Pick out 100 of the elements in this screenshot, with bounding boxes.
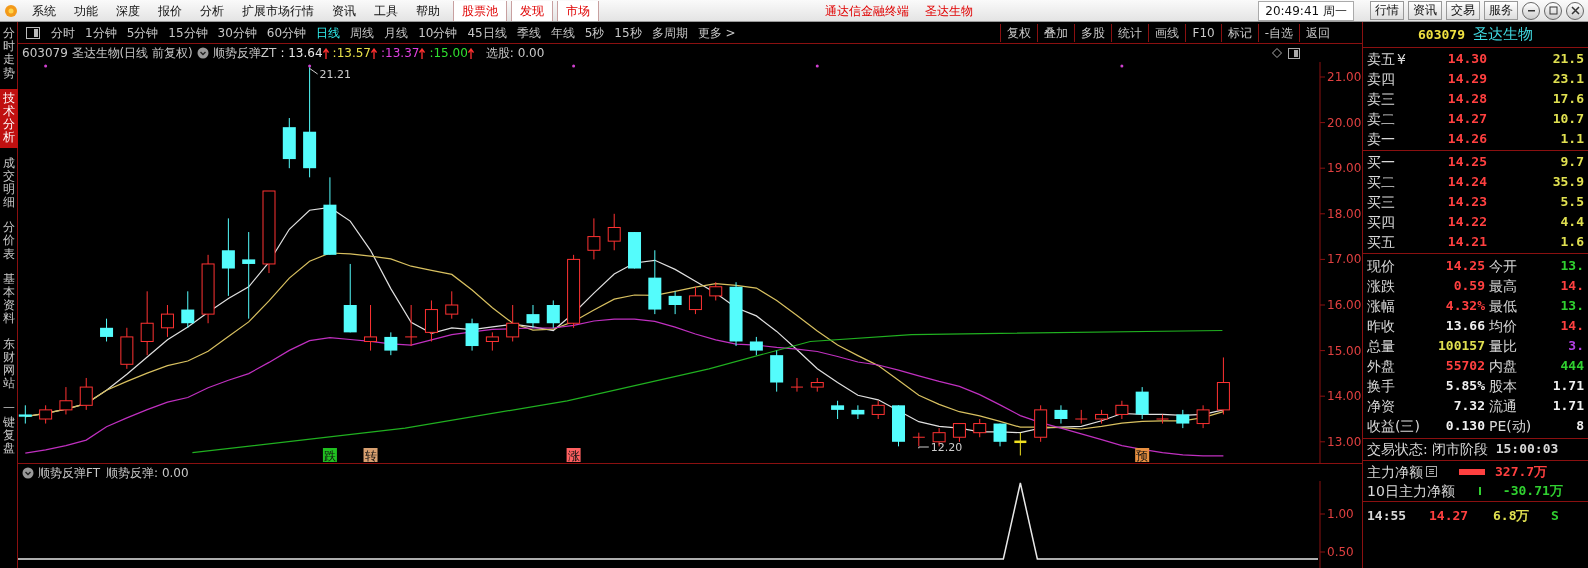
order-volume: 35.9 xyxy=(1551,173,1584,191)
stock-name: 圣达生物 xyxy=(1473,24,1533,46)
period-tab[interactable]: 5秒 xyxy=(579,23,610,42)
menu-item[interactable]: 深度 xyxy=(107,1,149,20)
indicator-name: 顺势反弹ZT xyxy=(212,45,277,62)
menu-item[interactable]: 扩展市场行情 xyxy=(233,1,323,20)
order-volume: 17.6 xyxy=(1551,90,1584,108)
candlestick xyxy=(607,213,621,251)
tool-button[interactable]: 标记 xyxy=(1220,23,1258,42)
minimize-button[interactable] xyxy=(1522,1,1540,20)
clock-text: 20:49:41 周一 xyxy=(1258,0,1354,21)
period-tab[interactable]: 周线 xyxy=(345,23,380,42)
candlestick xyxy=(343,263,357,333)
tool-button[interactable]: 画线 xyxy=(1148,23,1186,42)
period-tab[interactable]: 分时 xyxy=(46,23,80,42)
stat-label: 昨收 xyxy=(1367,317,1395,336)
period-tab[interactable]: 10分钟 xyxy=(413,23,463,42)
leader-line xyxy=(309,67,319,75)
candlestick xyxy=(1095,409,1109,425)
candlestick xyxy=(1074,409,1088,425)
candlestick xyxy=(465,318,479,352)
panel-icon[interactable] xyxy=(1288,47,1300,59)
period-tab[interactable]: 5分钟 xyxy=(121,23,164,42)
order-label: 买一 xyxy=(1367,153,1395,172)
stat-value: 14. xyxy=(1559,317,1584,335)
period-tab[interactable]: 多周期 xyxy=(646,23,693,42)
candlestick xyxy=(79,377,93,411)
tool-button[interactable]: 叠加 xyxy=(1037,23,1075,42)
candlestick xyxy=(160,304,174,338)
up-arrow-icon xyxy=(322,47,329,59)
stat-label: 量比 xyxy=(1489,337,1517,356)
order-price: 14.22 xyxy=(1446,213,1487,231)
tool-button[interactable]: -自选 xyxy=(1257,23,1299,42)
order-volume: 9.7 xyxy=(1559,153,1584,171)
toolbar-button[interactable]: 交易 xyxy=(1446,1,1480,20)
menu-item[interactable]: 系统 xyxy=(23,1,65,20)
order-label: 买五 xyxy=(1367,233,1395,252)
menu-item[interactable]: 发现 xyxy=(511,0,553,21)
candlestick xyxy=(526,304,540,329)
candlestick xyxy=(445,290,459,320)
period-tab[interactable]: 15分钟 xyxy=(163,23,213,42)
menu-item[interactable]: 分析 xyxy=(191,1,233,20)
menu-item[interactable]: 股票池 xyxy=(453,0,507,21)
order-label: 卖五 xyxy=(1367,50,1395,69)
stat-label: 最高 xyxy=(1489,277,1517,296)
restore-button[interactable] xyxy=(1544,1,1562,20)
tool-button[interactable]: F10 xyxy=(1185,23,1221,42)
candlestick xyxy=(181,290,195,329)
candlestick xyxy=(993,423,1007,447)
stat-value: 1.71 xyxy=(1551,377,1584,395)
side-tab[interactable]: 基本资料 xyxy=(0,269,18,329)
side-tab[interactable]: 分时走势 xyxy=(0,24,18,83)
panel-toggle-icon[interactable] xyxy=(26,26,40,39)
candlestick xyxy=(729,281,743,347)
period-tab[interactable]: 1分钟 xyxy=(80,23,122,42)
menu-item[interactable]: 工具 xyxy=(365,1,407,20)
toolbar-button[interactable]: 服务 xyxy=(1484,1,1518,20)
period-tab[interactable]: 日线 xyxy=(311,23,346,42)
menu-item[interactable]: 帮助 xyxy=(407,1,449,20)
stat-value: 444 xyxy=(1559,357,1584,375)
order-volume: 23.1 xyxy=(1551,70,1584,88)
menu-item[interactable]: 资讯 xyxy=(323,1,365,20)
tool-button[interactable]: 多股 xyxy=(1074,23,1112,42)
period-tab[interactable]: 季线 xyxy=(511,23,546,42)
side-tab[interactable]: 成交明细 xyxy=(0,153,18,213)
side-tab[interactable]: 一键复盘 xyxy=(0,399,18,459)
side-tab[interactable]: 技术分析 xyxy=(0,88,18,148)
menu-item[interactable]: 市场 xyxy=(557,0,599,21)
period-tab[interactable]: 45日线 xyxy=(462,23,512,42)
stat-label: 净资 xyxy=(1367,397,1395,416)
order-volume: 1.6 xyxy=(1559,233,1584,251)
menu-item[interactable]: 功能 xyxy=(65,1,107,20)
currency-mark: ¥ xyxy=(1397,50,1406,69)
period-tab[interactable]: 60分钟 xyxy=(261,23,312,42)
close-button[interactable] xyxy=(1566,1,1584,20)
chevron-circle-icon[interactable] xyxy=(196,47,209,59)
period-tab[interactable]: 更多 > xyxy=(692,23,741,42)
axis-label: 16.00 xyxy=(1327,298,1362,312)
tool-button[interactable]: 返回 xyxy=(1299,23,1336,42)
tool-button[interactable]: 统计 xyxy=(1111,23,1149,42)
chevron-circle-icon[interactable] xyxy=(22,466,34,479)
period-tab[interactable]: 15秒 xyxy=(609,23,647,42)
signal-label: 转 xyxy=(363,448,378,463)
diamond-icon[interactable] xyxy=(1272,48,1282,58)
stat-label: 均价 xyxy=(1489,317,1517,336)
side-tab[interactable]: 东财网站 xyxy=(0,334,18,394)
candlestick xyxy=(810,377,824,393)
toolbar-button[interactable]: 行情 xyxy=(1370,1,1404,20)
order-price: 14.29 xyxy=(1446,70,1487,88)
stat-label: 内盘 xyxy=(1489,357,1517,376)
tool-button[interactable]: 复权 xyxy=(1000,23,1038,42)
status-label: 交易状态: xyxy=(1367,440,1428,459)
stat-label: 股本 xyxy=(1489,377,1517,396)
period-tab[interactable]: 30分钟 xyxy=(212,23,262,42)
side-tab[interactable]: 分价表 xyxy=(0,218,18,264)
order-volume: 10.7 xyxy=(1551,110,1584,128)
menu-item[interactable]: 报价 xyxy=(149,1,191,20)
period-tab[interactable]: 年线 xyxy=(545,23,580,42)
period-tab[interactable]: 月线 xyxy=(379,23,414,42)
toolbar-button[interactable]: 资讯 xyxy=(1408,1,1442,20)
